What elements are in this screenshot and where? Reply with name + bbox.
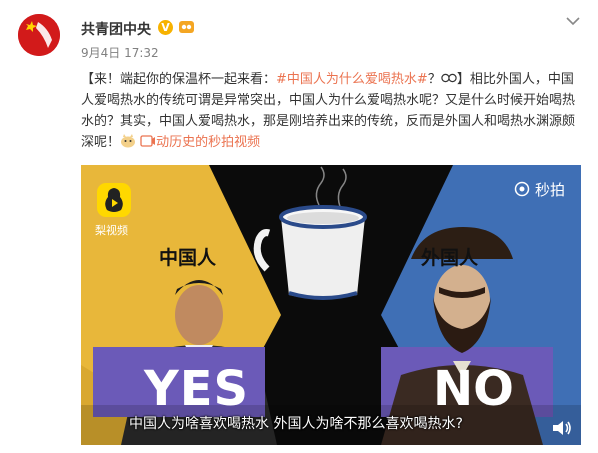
post-timestamp[interactable]: 9月4日 17:32 bbox=[81, 44, 159, 61]
label-foreign: 外国人 bbox=[421, 247, 479, 269]
chevron-down-icon[interactable] bbox=[566, 16, 580, 26]
label-chinese: 中国人 bbox=[159, 247, 217, 269]
flag-logo-icon bbox=[18, 14, 60, 56]
vip-v-icon: V bbox=[158, 20, 173, 35]
miaopai-watermark: 秒拍 bbox=[514, 179, 565, 200]
video-subtitle: 中国人为啥喜欢喝热水 外国人为啥不那么喜欢喝热水? bbox=[129, 416, 463, 432]
miaopai-label: 秒拍 bbox=[534, 181, 565, 199]
author-avatar[interactable] bbox=[18, 14, 60, 56]
hashtag-link[interactable]: #中国人为什么爱喝热水# bbox=[276, 72, 428, 87]
pear-video-logo-icon bbox=[97, 183, 131, 217]
pear-video-label: 梨视频 bbox=[95, 224, 128, 237]
text-after-tag: ？ bbox=[427, 72, 441, 87]
author-name[interactable]: 共青团中央 bbox=[81, 19, 151, 39]
text-prefix: 【来！端起你的保温杯一起来看： bbox=[81, 72, 277, 87]
member-level-icon[interactable] bbox=[178, 19, 195, 35]
video-player[interactable]: 梨视频 秒拍 中国人 外国人 YES NO 中国人为啥喜欢喝热水 外国人为啥不那… bbox=[81, 165, 581, 445]
video-link-icon bbox=[140, 135, 156, 147]
miaopai-logo-icon bbox=[514, 181, 530, 197]
no-text: NO bbox=[433, 361, 514, 417]
video-source-link[interactable]: 动历史的秒拍视频 bbox=[156, 135, 260, 150]
post-text: 【来！端起你的保温杯一起来看：#中国人为什么爱喝热水#？ 】相比外国人，中国人爱喝… bbox=[81, 69, 579, 153]
doge-emoji-icon bbox=[121, 134, 136, 148]
weibo-post: 共青团中央 V 9月4日 17:32 【来！端起你的保温杯一起来看：#中国人为什… bbox=[0, 0, 598, 453]
pear-play-icon bbox=[105, 188, 123, 212]
speaker-icon[interactable] bbox=[551, 419, 573, 437]
yes-text: YES bbox=[144, 361, 250, 417]
glasses-emoji-icon bbox=[441, 73, 457, 83]
